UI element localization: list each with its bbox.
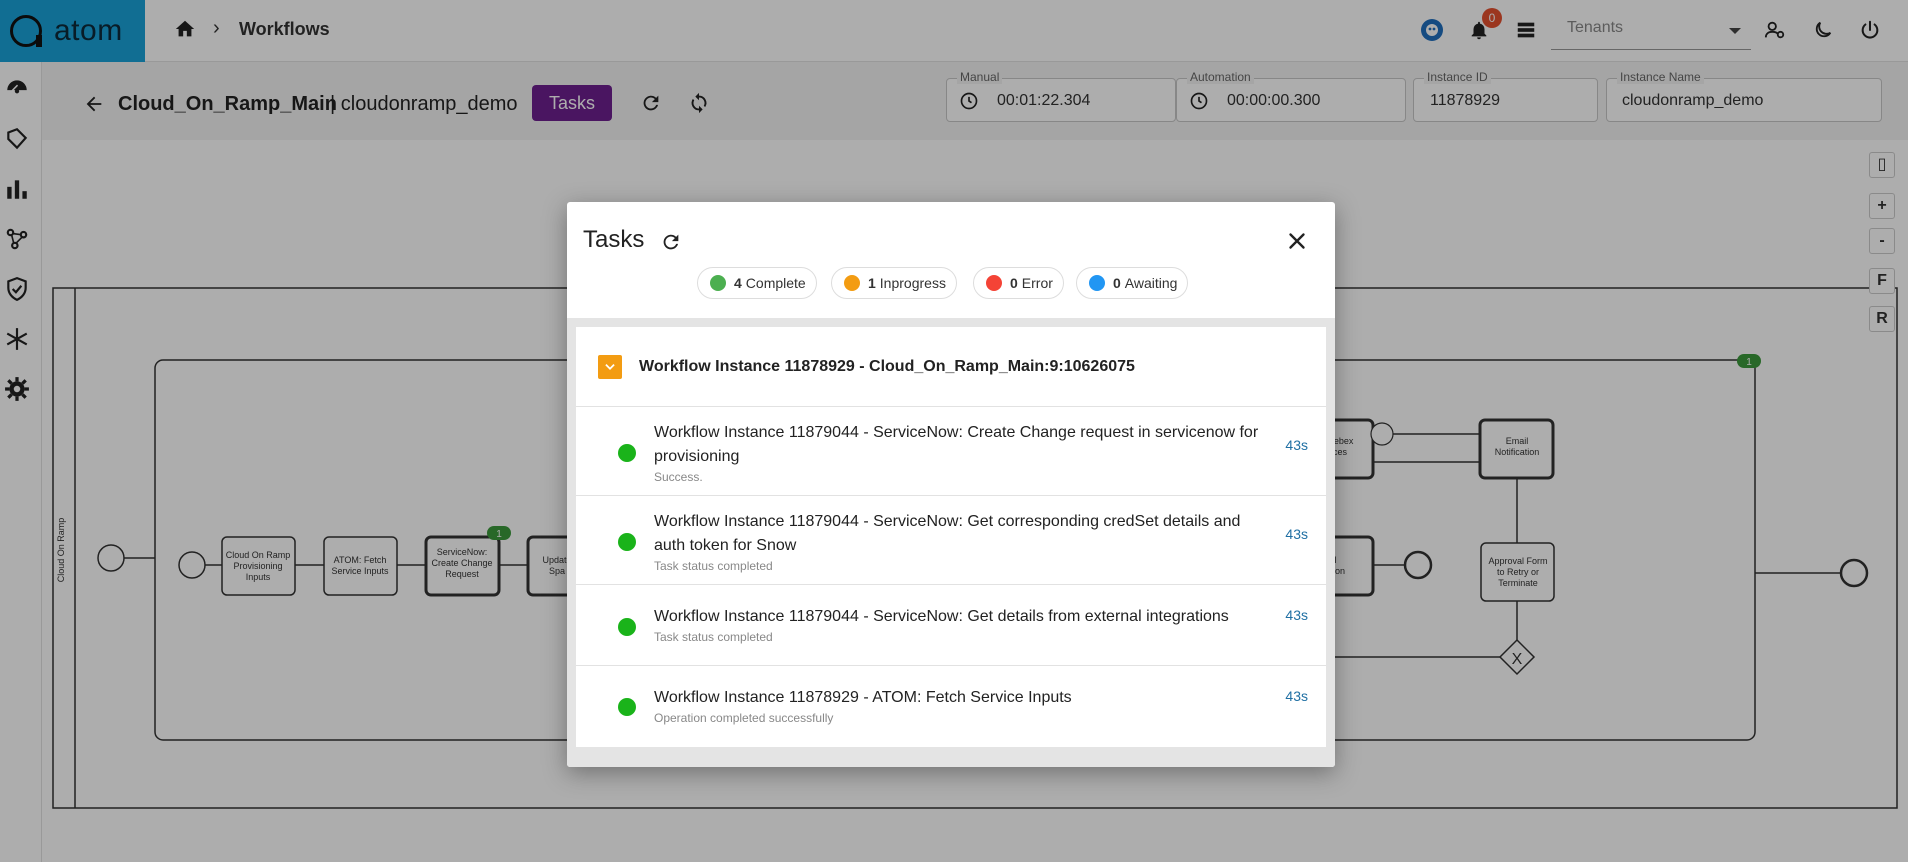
task-title: Workflow Instance 11878929 - ATOM: Fetch… — [654, 689, 1072, 706]
status-dot — [710, 275, 726, 291]
task-title: Workflow Instance 11879044 - ServiceNow:… — [654, 424, 1259, 465]
status-dot-complete — [618, 533, 636, 551]
status-dot-complete — [618, 698, 636, 716]
task-status: Success. — [654, 470, 703, 484]
task-duration: 43s — [1285, 607, 1308, 623]
status-count: 0 — [1113, 275, 1121, 291]
chevron-down-icon — [605, 364, 615, 370]
task-duration: 43s — [1285, 526, 1308, 542]
status-dot — [844, 275, 860, 291]
dialog-title: Tasks — [583, 226, 645, 253]
status-label: Complete — [745, 275, 806, 291]
status-count: 1 — [868, 275, 876, 291]
task-status: Task status completed — [654, 630, 773, 644]
task-duration: 43s — [1285, 437, 1308, 453]
status-label: Inprogress — [879, 275, 946, 291]
status-dot-complete — [618, 618, 636, 636]
task-status: Task status completed — [654, 559, 773, 573]
status-label: Error — [1021, 275, 1053, 291]
task-duration: 43s — [1285, 688, 1308, 704]
status-chip-complete[interactable]: 4 Complete — [697, 267, 817, 299]
task-list-area: Workflow Instance 11878929 - Cloud_On_Ra… — [567, 318, 1335, 767]
status-count: 4 — [734, 275, 742, 291]
tasks-dialog: Tasks 4 Complete 1 Inprogress 0 Error 0 … — [567, 202, 1335, 767]
status-dot — [1089, 275, 1105, 291]
status-label: Awaiting — [1124, 275, 1178, 291]
status-chip-awaiting[interactable]: 0 Awaiting — [1076, 267, 1189, 299]
task-status: Operation completed successfully — [654, 711, 834, 725]
status-dot — [986, 275, 1002, 291]
collapse-toggle[interactable] — [598, 355, 622, 379]
task-row[interactable]: Workflow Instance 11879044 - ServiceNow:… — [576, 496, 1326, 585]
task-row[interactable]: Workflow Instance 11878929 - ATOM: Fetch… — [576, 666, 1326, 747]
task-title: Workflow Instance 11879044 - ServiceNow:… — [654, 608, 1229, 625]
group-title: Workflow Instance 11878929 - Cloud_On_Ra… — [639, 358, 1135, 375]
status-chip-error[interactable]: 0 Error — [973, 267, 1064, 299]
task-title: Workflow Instance 11879044 - ServiceNow:… — [654, 513, 1241, 554]
status-dot-complete — [618, 444, 636, 462]
workflow-group-header[interactable]: Workflow Instance 11878929 - Cloud_On_Ra… — [576, 327, 1326, 407]
task-row[interactable]: Workflow Instance 11879044 - ServiceNow:… — [576, 407, 1326, 496]
close-icon[interactable] — [1284, 228, 1310, 254]
status-count: 0 — [1010, 275, 1018, 291]
task-row[interactable]: Workflow Instance 11879044 - ServiceNow:… — [576, 585, 1326, 666]
status-chip-inprogress[interactable]: 1 Inprogress — [831, 267, 957, 299]
task-list[interactable]: Workflow Instance 11878929 - Cloud_On_Ra… — [576, 327, 1326, 747]
refresh-icon[interactable] — [660, 231, 682, 253]
